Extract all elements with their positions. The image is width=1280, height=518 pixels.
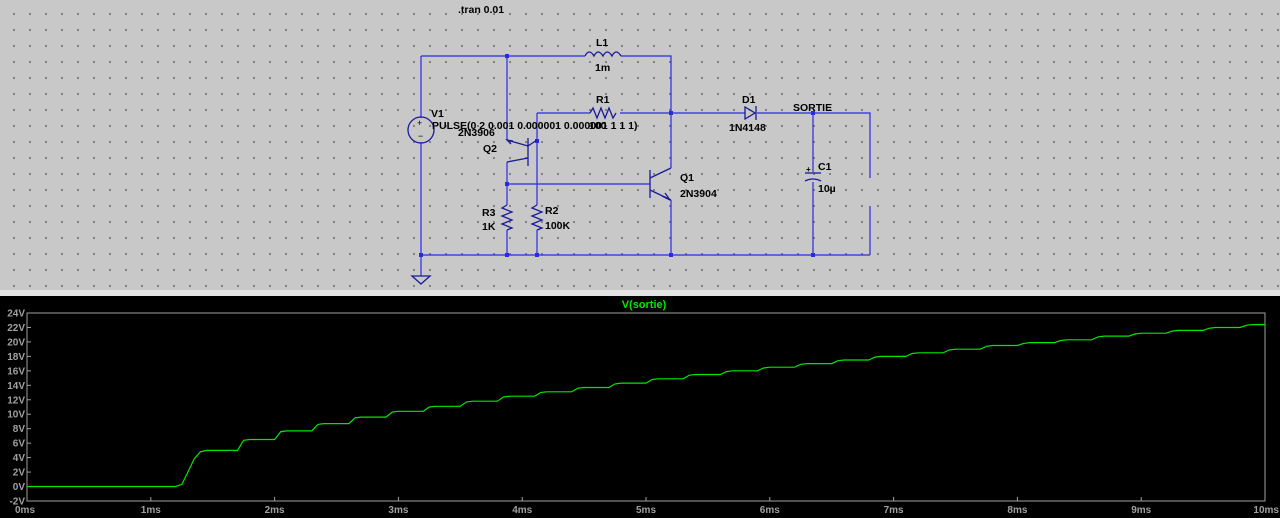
schematic-editor[interactable]: .tran 0.01 + − V1 PULSE(0 2 0.001 0.0000… [0, 0, 1280, 290]
junction-dot [419, 253, 423, 257]
waveform-viewer[interactable]: V(sortie) -2V 0V 2V 4V 6V 8V 10V 12V 14V 16V 18V 20… [0, 296, 1280, 518]
series-layer [27, 324, 1265, 488]
y-tick-label: 20V [7, 337, 25, 348]
capacitor-c1[interactable]: + C1 10µ [804, 161, 836, 195]
r1-value[interactable]: 100 [589, 120, 607, 132]
x-tick-label: 3ms [388, 505, 408, 516]
resistor-r2[interactable]: R2 100K [530, 204, 571, 232]
r3-value[interactable]: 1K [482, 221, 496, 233]
diode-d1[interactable]: D1 1N4148 [729, 94, 766, 134]
v1-name[interactable]: V1 [431, 108, 444, 120]
wires[interactable] [420, 55, 871, 276]
junction-dot [505, 253, 509, 257]
d1-name[interactable]: D1 [742, 94, 756, 106]
l1-value[interactable]: 1m [595, 62, 610, 74]
r3-name[interactable]: R3 [482, 207, 496, 219]
q2-name[interactable]: Q2 [483, 143, 497, 155]
x-tick-label: 7ms [884, 505, 904, 516]
c1-value[interactable]: 10µ [818, 183, 836, 195]
schematic-canvas[interactable]: .tran 0.01 + − V1 PULSE(0 2 0.001 0.0000… [0, 0, 1280, 290]
junction-dot [669, 111, 673, 115]
y-tick-label: 14V [7, 381, 25, 392]
y-tick-label: 4V [13, 453, 26, 464]
junctions [419, 54, 815, 257]
x-tick-label: 1ms [141, 505, 161, 516]
x-tick-label: 5ms [636, 505, 656, 516]
x-tick-label: 4ms [512, 505, 532, 516]
plus-sign: + [417, 118, 422, 128]
c1-name[interactable]: C1 [818, 161, 832, 173]
x-tick-label: 0ms [15, 505, 35, 516]
junction-dot [669, 253, 673, 257]
x-tick-label: 8ms [1007, 505, 1027, 516]
x-tick-label: 9ms [1131, 505, 1151, 516]
r1-name[interactable]: R1 [596, 94, 610, 106]
x-axis[interactable]: 0ms 1ms 2ms 3ms 4ms 5ms 6ms 7ms 8ms 9ms 10ms [15, 497, 1279, 516]
junction-dot [535, 253, 539, 257]
x-tick-label: 2ms [265, 505, 285, 516]
series-line-v-sortie[interactable] [27, 324, 1265, 488]
x-tick-label: 6ms [760, 505, 780, 516]
plot-frame [26, 312, 1266, 502]
waveform-plot[interactable]: V(sortie) -2V0V2V4V6V8V10V12V14V16V18V20… [0, 296, 1280, 518]
q2-value[interactable]: 2N3906 [458, 127, 495, 139]
ground-symbol[interactable] [410, 275, 432, 285]
junction-dot [811, 253, 815, 257]
x-tick-label: 10ms [1253, 505, 1279, 516]
y-tick-label: 2V [13, 468, 26, 479]
trace-title[interactable]: V(sortie) [622, 299, 667, 311]
y-tick-label: 10V [7, 410, 25, 421]
y-tick-label: 6V [13, 439, 26, 450]
spice-directive[interactable]: .tran 0.01 [458, 4, 504, 16]
y-tick-label: 0V [13, 482, 26, 493]
transistor-q2[interactable]: 2N3906 Q2 [458, 127, 538, 166]
y-tick-label: 18V [7, 352, 25, 363]
y-tick-label: 16V [7, 366, 25, 377]
y-tick-label: 12V [7, 395, 25, 406]
l1-name[interactable]: L1 [596, 37, 608, 49]
c1-polarity: + [806, 165, 811, 174]
transistor-q1[interactable]: Q1 2N3904 [649, 167, 717, 201]
minus-sign: − [418, 131, 423, 141]
q1-name[interactable]: Q1 [680, 172, 694, 184]
inductor-l1[interactable]: L1 1m [584, 37, 622, 74]
r2-name[interactable]: R2 [545, 205, 559, 217]
junction-dot [505, 54, 509, 58]
q1-value[interactable]: 2N3904 [680, 188, 717, 200]
d1-value[interactable]: 1N4148 [729, 122, 766, 134]
r2-value[interactable]: 100K [545, 220, 571, 232]
resistor-r3[interactable]: R3 1K [482, 204, 514, 233]
y-tick-label: 24V [7, 309, 25, 320]
junction-dot [505, 182, 509, 186]
net-label-sortie[interactable]: SORTIE [793, 102, 832, 114]
y-tick-label: 22V [7, 323, 25, 334]
y-tick-label: 8V [13, 424, 26, 435]
